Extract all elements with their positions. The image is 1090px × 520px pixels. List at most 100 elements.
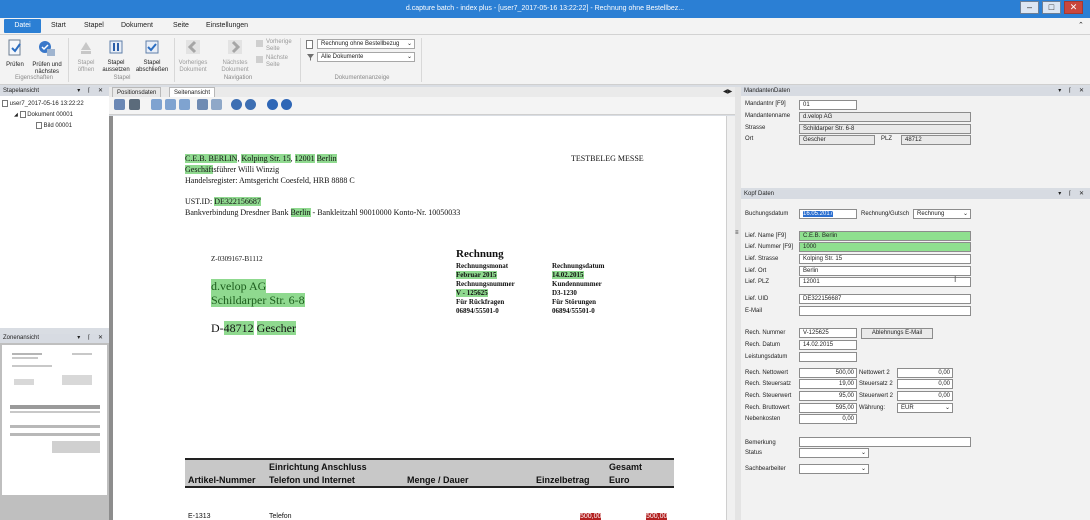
rechnungsmonat-label: Rechnungsmonat (456, 262, 509, 270)
rechnungsnummer-label: Rechnungsnummer (456, 280, 515, 288)
panel-controls[interactable]: ▾ ⌈ ✕ (77, 87, 106, 96)
lief-name-field[interactable]: C.E.B. Berlin (799, 231, 971, 241)
rotate-left-icon[interactable] (267, 99, 278, 110)
select-zone-icon[interactable] (197, 99, 208, 110)
rechnungsdatum-value: 14.02.2015 (552, 271, 584, 279)
minimize-button[interactable]: – (1020, 1, 1039, 14)
panel-controls[interactable]: ▾ ⌈ ✕ (77, 334, 106, 343)
document-page[interactable]: C.E.B. BERLIN, Kolping Str. 15, 12001 Be… (113, 116, 726, 520)
doc-filter-select[interactable]: Alle Dokumente ⌄ (317, 52, 415, 62)
tab-seitenansicht[interactable]: Seitenansicht (169, 87, 216, 97)
ablehnungs-email-button[interactable]: Ablehnungs E-Mail (861, 328, 933, 339)
waehrung-select[interactable]: EUR ⌄ (897, 403, 953, 413)
kundennummer-value: D3-1230 (552, 289, 577, 297)
lief-uid-field[interactable]: DE322156687 (799, 294, 971, 304)
steuersatz-field[interactable]: 19,00 (799, 379, 857, 389)
vorheriges-dokument-button[interactable]: Vorheriges Dokument (178, 39, 208, 74)
buchungsdatum-field[interactable]: 16.05.2017 (799, 209, 857, 219)
chevron-down-icon: ⌄ (406, 54, 412, 60)
rotate-right-icon[interactable] (281, 99, 292, 110)
nebenkosten-field[interactable]: 0,00 (799, 414, 857, 424)
vorherige-seite-button[interactable]: Vorherige Seite (256, 39, 296, 53)
naechstes-dokument-button[interactable]: Nächstes Dokument (220, 39, 250, 74)
menu-dokument[interactable]: Dokument (121, 22, 153, 29)
lief-nummer-field[interactable]: 1000 (799, 242, 971, 252)
zoom-selection-icon[interactable] (211, 99, 222, 110)
bruttowert-field[interactable]: 595,00 (799, 403, 857, 413)
menu-datei[interactable]: Datei (4, 19, 41, 33)
ribbon-collapse-icon[interactable]: ⌃ (1078, 21, 1084, 29)
print-icon[interactable] (129, 99, 140, 110)
zoom-in-icon[interactable] (231, 99, 242, 110)
chevron-down-icon: ⌄ (860, 450, 866, 456)
fit-width-icon[interactable] (165, 99, 176, 110)
expand-icon[interactable]: ◢ (14, 112, 18, 118)
lief-strasse-field[interactable]: Kolping Str. 15 (799, 254, 971, 264)
lief-plz-field[interactable]: 12001 (799, 277, 971, 287)
mandant-strasse-field[interactable]: Schildarper Str. 6-8 (799, 124, 971, 134)
doc-type-select[interactable]: Rechnung ohne Bestellbezug ⌄ (317, 39, 415, 49)
rechnung-gutsch-select[interactable]: Rechnung ⌄ (913, 209, 971, 219)
rech-nummer-field[interactable]: V-125625 (799, 328, 857, 338)
panel-controls[interactable]: ▾ ⌈ ✕ (1058, 190, 1087, 199)
stapel-abschliessen-button[interactable]: Stapel abschließen (134, 39, 170, 74)
menu-einstellungen[interactable]: Einstellungen (206, 22, 248, 29)
close-button[interactable]: ✕ (1064, 1, 1083, 14)
arrow-right-icon (228, 40, 242, 54)
mandantnr-field[interactable]: 01 (799, 100, 857, 110)
stapelansicht-tree: user7_2017-05-16 13:22:22 ◢ Dokument 000… (0, 96, 109, 328)
page-thumbnail[interactable] (2, 345, 107, 495)
mandant-ort-field[interactable]: Gescher (799, 135, 875, 145)
group-dokumentenanzeige: Dokumentenanzeige (334, 75, 390, 81)
menu-stapel[interactable]: Stapel (84, 22, 104, 29)
tree-document-node[interactable]: ◢ Dokument 00001 (14, 111, 73, 118)
viewer-scrollbar[interactable] (726, 116, 735, 520)
steuerwert2-field[interactable]: 0,00 (897, 391, 953, 401)
items-table-header: Einrichtung Anschluss Gesamt Artikel-Num… (185, 458, 674, 488)
chevron-down-icon: ⌄ (406, 41, 412, 47)
rechnungsnummer-value: V - 125625 (456, 289, 488, 297)
naechste-seite-button[interactable]: Nächste Seite (256, 55, 296, 69)
steuerwert-field[interactable]: 95,00 (799, 391, 857, 401)
mandanten-header: MandantenDaten ▾ ⌈ ✕ (741, 87, 1090, 96)
tree-batch-node[interactable]: user7_2017-05-16 13:22:22 (2, 100, 84, 107)
leistungsdatum-field[interactable] (799, 352, 857, 362)
nettowert2-field[interactable]: 0,00 (897, 368, 953, 378)
mandant-plz-field[interactable]: 48712 (901, 135, 971, 145)
email-field[interactable] (799, 306, 971, 316)
bemerkung-field[interactable] (799, 437, 971, 447)
rechnungsmonat-value: Februar 2015 (456, 271, 497, 279)
save-icon[interactable] (114, 99, 125, 110)
sachbearbeiter-select[interactable]: ⌄ (799, 464, 869, 474)
stoerungen-value: 06894/55501-0 (552, 307, 595, 315)
status-select[interactable]: ⌄ (799, 448, 869, 458)
ribbon-separator (174, 38, 175, 82)
menu-seite[interactable]: Seite (173, 22, 189, 29)
nettowert-field[interactable]: 500,00 (799, 368, 857, 378)
stapel-aussetzen-button[interactable]: Stapel aussetzen (102, 39, 130, 74)
register-line: Handelsregister: Amtsgericht Coesfeld, H… (185, 176, 355, 185)
menu-start[interactable]: Start (51, 22, 66, 29)
recipient-name: d.velop AG (211, 279, 267, 293)
lief-ort-field[interactable]: Berlin (799, 266, 971, 276)
tab-scroll-arrows[interactable]: ◀▶ (723, 88, 732, 95)
ribbon: Prüfen Prüfen und nächstes Eigenschaften… (0, 35, 1090, 85)
fit-page-icon[interactable] (151, 99, 162, 110)
check-next-icon (39, 41, 55, 56)
mandantenname-field[interactable]: d.velop AG (799, 112, 971, 122)
zoom-out-icon[interactable] (245, 99, 256, 110)
rech-datum-field[interactable]: 14.02.2015 (799, 340, 857, 350)
stapel-oeffnen-button[interactable]: Stapel öffnen (74, 39, 98, 74)
steuersatz2-field[interactable]: 0,00 (897, 379, 953, 389)
tab-positionsdaten[interactable]: Positionsdaten (112, 87, 162, 97)
panel-controls[interactable]: ▾ ⌈ ✕ (1058, 87, 1087, 96)
pruefen-naechstes-button[interactable]: Prüfen und nächstes (30, 39, 64, 76)
zonenansicht-header: Zonenansicht ▾ ⌈ ✕ (0, 334, 109, 343)
mandanten-panel: Mandantnr [F9] 01 Mandantenname d.velop … (741, 96, 1090, 188)
tree-image-node[interactable]: Bild 00001 (36, 122, 72, 129)
fit-height-icon[interactable] (179, 99, 190, 110)
invoice-heading: Rechnung (456, 248, 504, 260)
pruefen-button[interactable]: Prüfen (4, 39, 26, 69)
maximize-button[interactable]: □ (1042, 1, 1061, 14)
chevron-down-icon: ⌄ (944, 405, 950, 411)
